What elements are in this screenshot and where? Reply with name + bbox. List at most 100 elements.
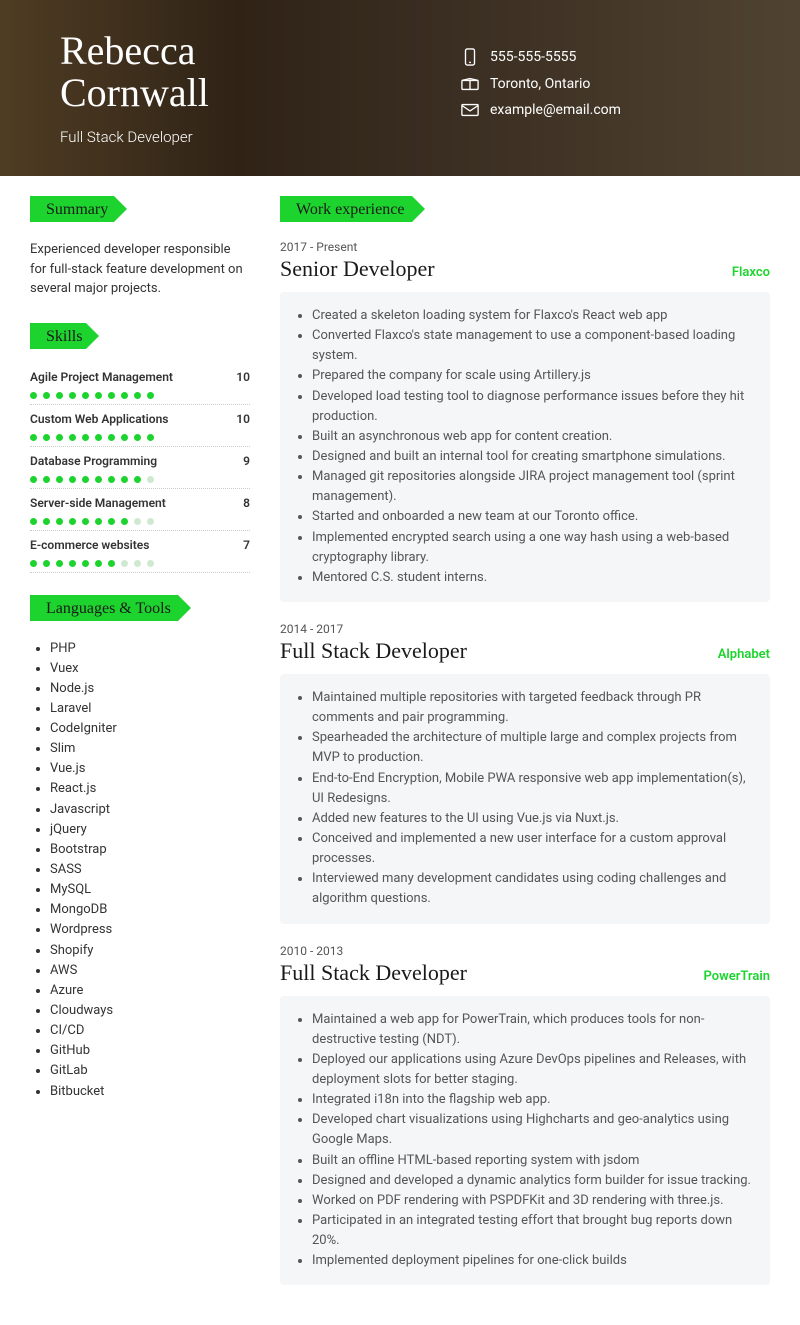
skill-row: E-commerce websites7 [30,535,250,573]
skill-dot [56,434,63,441]
list-item: AWS [50,961,250,981]
person-tagline: Full Stack Developer [60,128,400,146]
location-icon [460,77,480,91]
skill-dot [108,476,115,483]
list-item: GitLab [50,1061,250,1081]
list-item: Vuex [50,659,250,679]
contact-location: Toronto, Ontario [460,76,770,92]
location-text: Toronto, Ontario [490,76,590,92]
list-item: MongoDB [50,900,250,920]
contact-email: example@email.com [460,102,770,118]
list-item: GitHub [50,1041,250,1061]
skill-dot [134,476,141,483]
job-bullet: Spearheaded the architecture of multiple… [312,728,756,768]
skill-dot [121,476,128,483]
skill-dot [69,392,76,399]
skills-heading: Skills [30,323,250,351]
skill-dot [95,518,102,525]
skills-heading-text: Skills [30,328,82,346]
summary-heading: Summary [30,196,250,224]
list-item: Bitbucket [50,1082,250,1102]
skill-dot [134,392,141,399]
list-item: Cloudways [50,1001,250,1021]
job-bullets: Maintained multiple repositories with ta… [290,688,756,910]
job-entry: 2017 - PresentSenior DeveloperFlaxcoCrea… [280,240,770,602]
list-item: Azure [50,981,250,1001]
job-dates: 2010 - 2013 [280,944,770,958]
job-bullet: Worked on PDF rendering with PSPDFKit an… [312,1191,756,1211]
job-bullets: Maintained a web app for PowerTrain, whi… [290,1010,756,1272]
email-text: example@email.com [490,102,621,118]
skill-dot [82,392,89,399]
job-bullet: Integrated i18n into the flagship web ap… [312,1090,756,1110]
job-dates: 2017 - Present [280,240,770,254]
job-bullet: Designed and developed a dynamic analyti… [312,1171,756,1191]
languages-tools-list: PHPVuexNode.jsLaravelCodeIgniterSlimVue.… [30,639,250,1102]
skill-dot [43,434,50,441]
skill-dot [43,518,50,525]
skill-dot [56,392,63,399]
skill-score: 10 [236,412,250,426]
skill-dot [147,476,154,483]
skill-dots [30,387,250,405]
job-details-box: Maintained multiple repositories with ta… [280,674,770,924]
job-bullet: Maintained multiple repositories with ta… [312,688,756,728]
skill-dot [69,476,76,483]
header-contact-block: 555-555-5555 Toronto, Ontario example@em… [400,48,770,128]
summary-heading-text: Summary [30,201,108,219]
contact-phone: 555-555-5555 [460,48,770,66]
skill-dot [30,434,37,441]
job-bullet: Built an asynchronous web app for conten… [312,427,756,447]
skill-dot [147,518,154,525]
skill-row: Database Programming9 [30,451,250,489]
job-bullet: Created a skeleton loading system for Fl… [312,306,756,326]
skill-dots [30,471,250,489]
skill-row: Server-side Management8 [30,493,250,531]
phone-icon [460,48,480,66]
skill-dot [95,434,102,441]
job-company: Alphabet [718,647,770,662]
skill-dot [69,434,76,441]
job-bullet: Designed and built an internal tool for … [312,447,756,467]
skill-dot [108,392,115,399]
skill-dot [69,560,76,567]
skill-dots [30,555,250,573]
job-bullet: Interviewed many development candidates … [312,869,756,909]
job-bullet: Added new features to the UI using Vue.j… [312,809,756,829]
skill-dot [95,392,102,399]
skill-name: Agile Project Management [30,370,173,384]
job-bullet: Developed chart visualizations using Hig… [312,1110,756,1150]
skill-dots [30,429,250,447]
email-icon [460,103,480,117]
job-bullet: Managed git repositories alongside JIRA … [312,467,756,507]
langs-heading: Languages & Tools [30,595,250,623]
summary-text: Experienced developer responsible for fu… [30,240,250,299]
list-item: jQuery [50,820,250,840]
job-company: Flaxco [732,265,770,280]
skill-dot [69,518,76,525]
list-item: SASS [50,860,250,880]
skill-name: Database Programming [30,454,157,468]
list-item: Vue.js [50,759,250,779]
list-item: MySQL [50,880,250,900]
skill-name: E-commerce websites [30,538,149,552]
job-details-box: Maintained a web app for PowerTrain, whi… [280,996,770,1286]
skills-list: Agile Project Management10Custom Web App… [30,367,250,573]
skill-dot [108,434,115,441]
skill-dot [43,560,50,567]
job-bullet: Maintained a web app for PowerTrain, whi… [312,1010,756,1050]
job-bullet: Built an offline HTML-based reporting sy… [312,1151,756,1171]
skill-score: 10 [236,370,250,384]
skill-dot [82,518,89,525]
skill-name: Server-side Management [30,496,166,510]
jobs-list: 2017 - PresentSenior DeveloperFlaxcoCrea… [280,240,770,1285]
job-bullet: End-to-End Encryption, Mobile PWA respon… [312,769,756,809]
job-bullet: Participated in an integrated testing ef… [312,1211,756,1251]
last-name: Cornwall [60,70,209,115]
phone-text: 555-555-5555 [490,49,576,65]
skill-dot [95,476,102,483]
job-bullet: Implemented encrypted search using a one… [312,528,756,568]
job-bullet: Deployed our applications using Azure De… [312,1050,756,1090]
list-item: Slim [50,739,250,759]
skill-dot [121,392,128,399]
